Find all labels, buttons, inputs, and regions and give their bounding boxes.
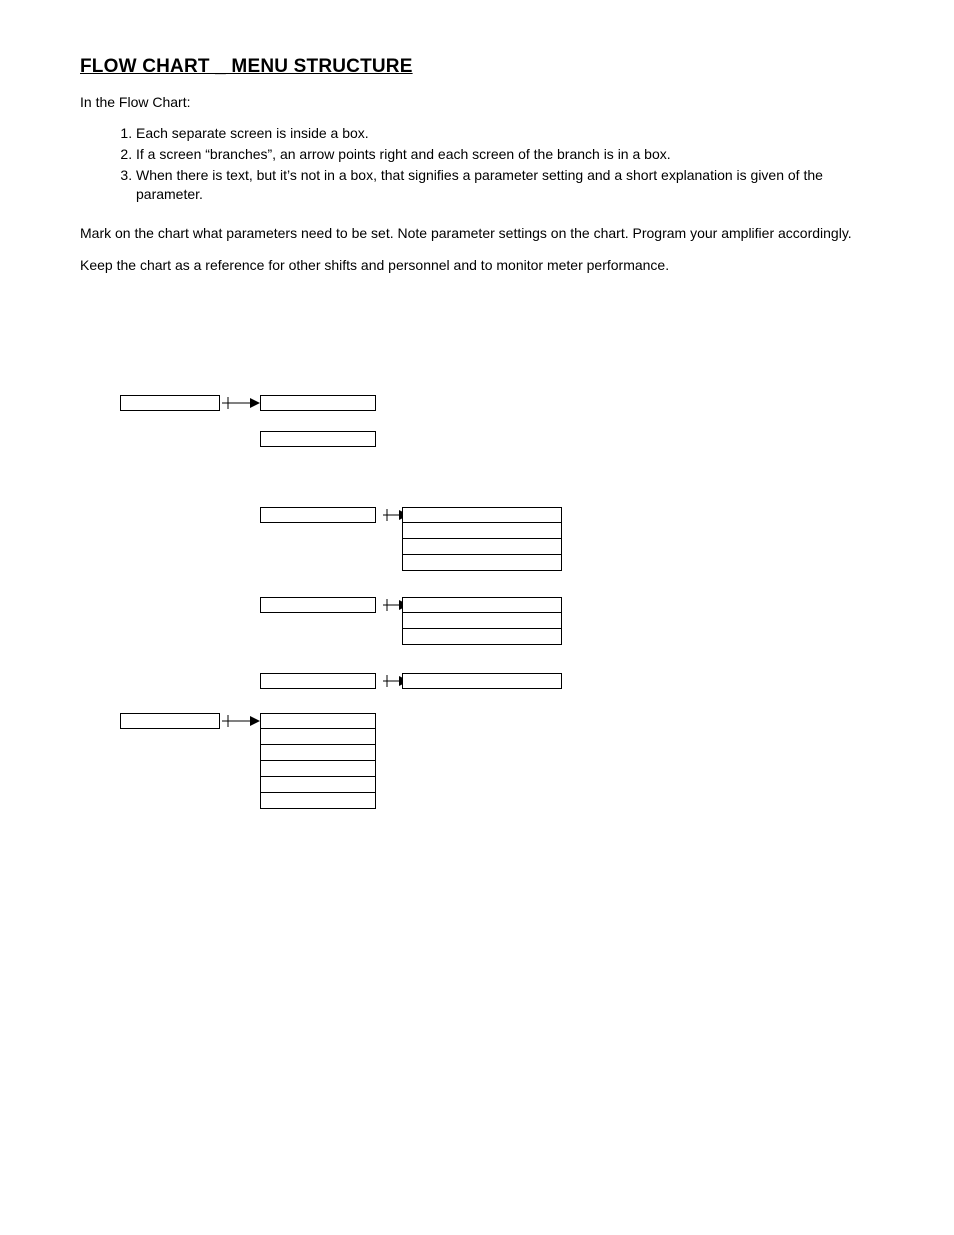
flow-box: [260, 761, 376, 777]
flow-box: [260, 673, 376, 689]
flow-box: [260, 395, 376, 411]
flow-box: [260, 713, 376, 729]
flow-box: [402, 507, 562, 523]
flow-box: [402, 523, 562, 539]
flow-box: [402, 597, 562, 613]
flow-box: [260, 777, 376, 793]
flow-chart-diagram: [80, 395, 874, 935]
flow-box: [260, 597, 376, 613]
arrow-right-icon: [220, 395, 260, 411]
flow-box: [260, 431, 376, 447]
rule-item: If a screen “branches”, an arrow points …: [136, 145, 874, 164]
flow-box: [120, 713, 220, 729]
rule-item: When there is text, but it’s not in a bo…: [136, 166, 874, 204]
paragraph: Mark on the chart what parameters need t…: [80, 224, 874, 243]
flow-box: [260, 793, 376, 809]
arrow-right-icon: [220, 713, 260, 729]
flow-box: [120, 395, 220, 411]
flow-box: [402, 555, 562, 571]
flow-box: [402, 613, 562, 629]
paragraph: Keep the chart as a reference for other …: [80, 256, 874, 275]
flow-box: [260, 507, 376, 523]
flow-box: [402, 673, 562, 689]
flow-box: [402, 629, 562, 645]
document-page: FLOW CHART _ MENU STRUCTURE In the Flow …: [0, 0, 954, 935]
page-title: FLOW CHART _ MENU STRUCTURE: [80, 56, 874, 78]
flow-box: [402, 539, 562, 555]
flow-box: [260, 745, 376, 761]
intro-text: In the Flow Chart:: [80, 94, 874, 110]
rules-list: Each separate screen is inside a box. If…: [80, 124, 874, 204]
flow-box: [260, 729, 376, 745]
rule-item: Each separate screen is inside a box.: [136, 124, 874, 143]
